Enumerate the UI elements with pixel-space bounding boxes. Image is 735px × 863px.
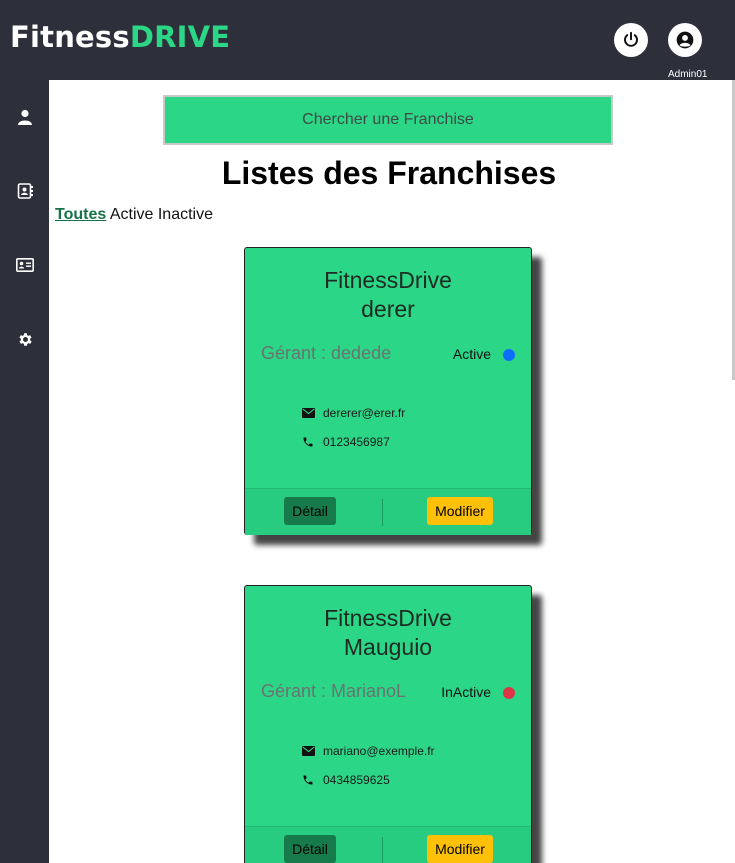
logout-button[interactable] [614,23,648,57]
top-navbar: FitnessDRIVE Admin01 [0,0,735,80]
franchise-name: FitnessDrive derer [245,266,531,324]
franchise-card: FitnessDrive derer Gérant : dedede Activ… [244,247,532,535]
logo-text-drive: DRIVE [129,20,231,54]
edit-button[interactable]: Modifier [427,835,493,863]
status-label: Active [452,346,491,362]
filter-all-link[interactable]: Toutes [55,206,106,223]
franchise-email-row: mariano@exemple.fr [301,744,435,758]
status-filter-bar: Toutes Active Inactive [55,206,213,224]
address-book-icon [17,183,33,199]
page-title: Listes des Franchises [221,155,557,191]
footer-divider [382,837,383,863]
sidebar-item-cards[interactable] [16,256,34,274]
sidebar-item-settings[interactable] [16,330,34,348]
franchise-phone: 0123456987 [323,435,390,449]
search-franchise-button[interactable]: Chercher une Franchise [163,95,613,145]
user-circle-icon [676,31,694,49]
franchise-phone-row: 0123456987 [301,435,390,449]
franchise-card: FitnessDrive Mauguio Gérant : MarianoL I… [244,585,532,863]
phone-icon [301,773,315,787]
detail-button[interactable]: Détail [284,497,336,525]
sidebar-item-contacts[interactable] [16,182,34,200]
user-profile-button[interactable] [668,23,702,57]
franchise-name: FitnessDrive Mauguio [245,604,531,662]
franchise-manager: Gérant : dedede [261,343,392,363]
power-icon [624,31,638,47]
status-label: InActive [441,684,491,700]
phone-icon [301,435,315,449]
logo-text-fitness: Fitness [10,20,130,54]
status-indicator-dot [503,349,515,361]
envelope-icon [301,744,315,758]
card-footer: Détail Modifier [245,488,531,535]
footer-divider [382,499,383,526]
detail-button[interactable]: Détail [284,835,336,863]
user-icon [18,109,32,125]
edit-button[interactable]: Modifier [427,497,493,525]
franchise-name-line2: derer [361,296,415,322]
sidebar [0,80,49,863]
envelope-icon [301,406,315,420]
gear-icon [18,332,32,346]
status-indicator-dot [503,687,515,699]
franchise-phone: 0434859625 [323,773,390,787]
franchise-name-line1: FitnessDrive [324,605,452,631]
id-card-icon [16,258,34,272]
user-name-label: Admin01 [668,69,708,80]
franchise-name-line1: FitnessDrive [324,267,452,293]
card-footer: Détail Modifier [245,826,531,863]
franchise-email: dererer@erer.fr [323,406,406,420]
franchise-manager: Gérant : MarianoL [261,681,407,701]
franchise-email: mariano@exemple.fr [323,744,435,758]
franchise-name-line2: Mauguio [343,634,433,660]
franchise-phone-row: 0434859625 [301,773,390,787]
filter-inactive-link[interactable]: Inactive [158,206,213,223]
franchise-email-row: dererer@erer.fr [301,406,405,420]
sidebar-item-users[interactable] [16,108,34,126]
app-logo[interactable]: FitnessDRIVE [10,20,230,54]
filter-active-link[interactable]: Active [110,206,154,223]
